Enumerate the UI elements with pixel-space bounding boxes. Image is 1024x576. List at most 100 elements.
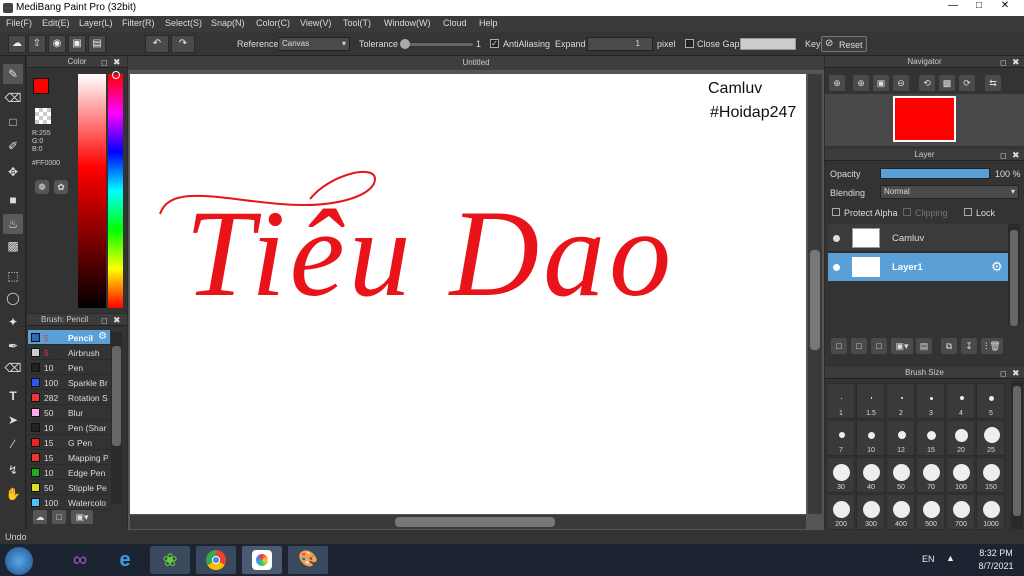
clock[interactable]: 8:32 PM 8/7/2021 [968,547,1024,573]
brush-size-cell[interactable]: 20 [946,420,975,456]
expand-input[interactable]: 1 [587,37,653,51]
protect-alpha-checkbox[interactable] [832,208,840,216]
paint-icon[interactable]: 🎨 [288,546,328,574]
brush-item[interactable]: 10 Pen (Shar [28,420,110,435]
menu-filter[interactable]: Filter(R) [122,18,155,28]
hand-tool-icon[interactable]: ✋ [3,484,23,504]
eye-icon[interactable] [833,264,840,271]
color-palette-icon[interactable]: ✿ [54,180,68,194]
menu-tool[interactable]: Tool(T) [343,18,371,28]
brush-item[interactable]: 15 G Pen [28,435,110,450]
tolerance-slider[interactable] [401,43,473,46]
brush-size-cell[interactable]: 7 [826,420,855,456]
lock-checkbox[interactable] [964,208,972,216]
saturation-value-picker[interactable] [78,74,106,308]
foreground-color-swatch[interactable] [33,78,49,94]
comment-icon[interactable]: ◉ [48,35,66,53]
merge-down-icon[interactable]: ↧ [961,338,977,354]
panel-close-icon[interactable]: ✖ [1012,150,1020,161]
layer-list-scroll-thumb[interactable] [1010,230,1018,326]
brush-item[interactable]: 5 Airbrush [28,345,110,360]
lasso-tool-icon[interactable]: ◯ [3,288,23,308]
brush-size-cell[interactable]: 200 [826,494,855,530]
fill-rect-tool-icon[interactable]: ■ [3,190,23,210]
hue-slider[interactable] [108,74,123,308]
transparent-color-swatch[interactable] [35,108,51,124]
close-gaps-level[interactable] [740,38,796,50]
chat-icon[interactable]: ▣ [68,35,86,53]
eraser-tool-icon[interactable]: ⌫ [3,88,23,108]
brush-size-cell[interactable]: 150 [976,457,1005,493]
hue-slider-handle[interactable] [112,71,120,79]
new-layer-8bit-icon[interactable]: □ [871,338,887,354]
undo-button[interactable]: ↶ [145,35,169,53]
zoom-out-icon[interactable]: ⊖ [893,75,909,91]
fit-screen-icon[interactable]: ▣ [873,75,889,91]
reset-button[interactable]: ⊘ Reset [821,36,867,52]
duplicate-layer-icon[interactable]: ⧉ [941,338,957,354]
brush-size-cell[interactable]: 30 [826,457,855,493]
gradient-tool-icon[interactable]: ▩ [3,236,23,256]
chrome-icon[interactable] [196,546,236,574]
brush-item[interactable]: 5 Pencil ⚙ [28,330,110,345]
document-icon[interactable]: ▤ [88,35,106,53]
add-brush-icon[interactable]: ▣▾ [71,510,93,524]
menu-window[interactable]: Window(W) [384,18,431,28]
medibang-taskbar-icon[interactable] [242,546,282,574]
zoom-in-alt-icon[interactable]: ⊕ [853,75,869,91]
layer-row-camluv[interactable]: Camluv [828,224,1008,252]
brush-size-cell[interactable]: 1000 [976,494,1005,530]
canvas-horizontal-scroll-thumb[interactable] [395,517,555,527]
brush-size-cell[interactable]: 1.5 [856,383,885,419]
palette-icon[interactable]: ❁ [35,180,49,194]
brush-size-cell[interactable]: 15 [916,420,945,456]
panel-close-icon[interactable]: ✖ [113,57,121,68]
brush-size-cell[interactable]: 40 [856,457,885,493]
language-indicator[interactable]: EN [922,554,935,564]
brush-size-cell[interactable]: 1 [826,383,855,419]
internet-explorer-icon[interactable]: e [105,546,145,574]
brush-item[interactable]: 10 Pen [28,360,110,375]
brush-size-cell[interactable]: 50 [886,457,915,493]
select-pen-tool-icon[interactable]: ✒ [3,336,23,356]
rotate-right-icon[interactable]: ⟳ [959,75,975,91]
tolerance-slider-handle[interactable] [400,39,410,49]
brush-item[interactable]: 50 Blur [28,405,110,420]
layer-row-layer1[interactable]: Layer1 ⚙ [828,253,1008,281]
panel-close-icon[interactable]: ✖ [1012,368,1020,379]
menu-select[interactable]: Select(S) [165,18,202,28]
brush-size-cell[interactable]: 10 [856,420,885,456]
menu-snap[interactable]: Snap(N) [211,18,245,28]
brush-item[interactable]: 282 Rotation S [28,390,110,405]
panel-float-icon[interactable]: ◻ [1000,369,1007,378]
brush-cloud-icon[interactable]: ☁ [33,510,47,524]
document-tab[interactable]: Untitled [128,56,824,70]
move-tool-icon[interactable]: ✥ [3,162,23,182]
visual-studio-icon[interactable]: ∞ [60,546,100,574]
menu-edit[interactable]: Edit(E) [42,18,70,28]
brush-item[interactable]: 100 Watercolo [28,495,110,510]
operation-tool-icon[interactable]: ➤ [3,410,23,430]
gear-icon[interactable]: ⚙ [98,331,107,342]
clipping-checkbox[interactable] [903,208,911,216]
text-tool-icon[interactable]: T [3,386,23,406]
brush-size-cell[interactable]: 700 [946,494,975,530]
panel-float-icon[interactable]: ◻ [101,316,108,325]
folder-icon[interactable]: ▤ [916,338,932,354]
tray-arrow-icon[interactable]: ▲ [946,553,955,563]
fit-window-icon[interactable]: ▩ [939,75,955,91]
antialiasing-checkbox[interactable]: ✓ [490,39,499,48]
rectangle-tool-icon[interactable]: □ [3,112,23,132]
brush-size-cell[interactable]: 5 [976,383,1005,419]
menu-layer[interactable]: Layer(L) [79,18,113,28]
bucket-tool-icon[interactable]: ♨ [3,214,23,234]
rotate-left-icon[interactable]: ⟲ [919,75,935,91]
brush-item[interactable]: 15 Mapping P [28,450,110,465]
trash-icon[interactable]: 🗑 [987,338,1003,354]
brush-item[interactable]: 50 Stipple Pe [28,480,110,495]
share-icon[interactable]: ⇧ [28,35,46,53]
brush-size-cell[interactable]: 400 [886,494,915,530]
start-button[interactable] [5,547,33,575]
menu-cloud[interactable]: Cloud [443,18,467,28]
panel-float-icon[interactable]: ◻ [1000,58,1007,67]
